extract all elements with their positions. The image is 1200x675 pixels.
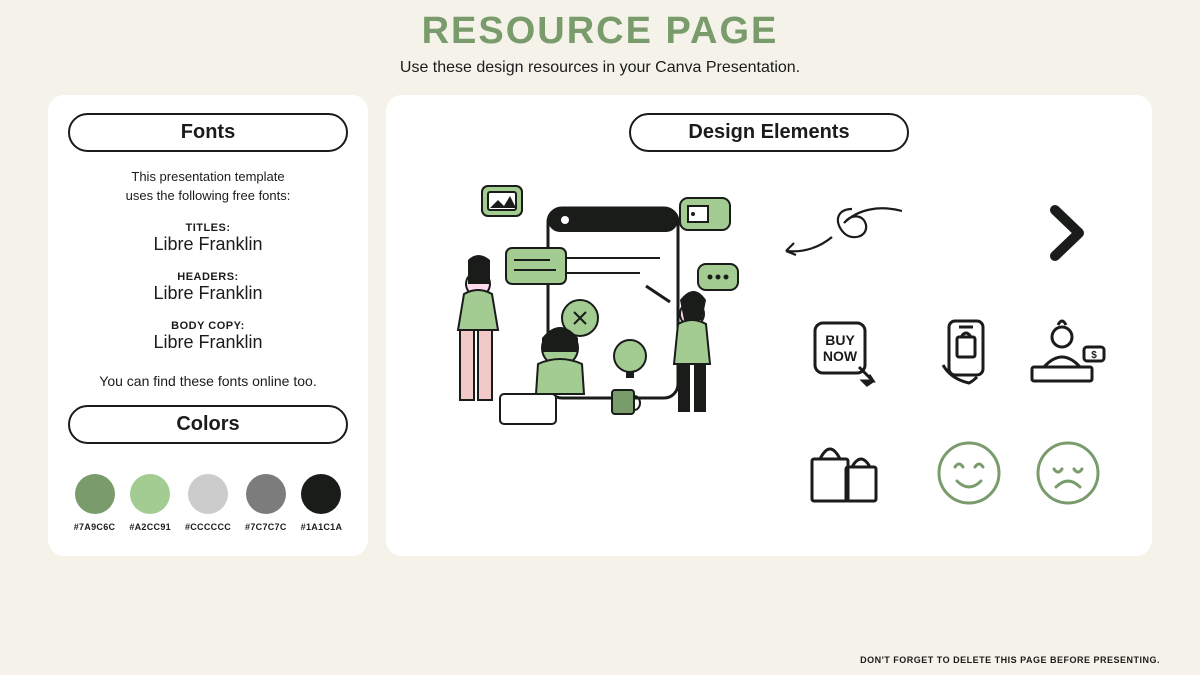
swatch-4: #7C7C7C bbox=[245, 474, 287, 532]
svg-text:NOW: NOW bbox=[823, 348, 858, 364]
page-title: RESOURCE PAGE bbox=[0, 10, 1200, 53]
fonts-panel: Fonts This presentation template uses th… bbox=[48, 95, 368, 556]
swatch-2: #A2CC91 bbox=[129, 474, 171, 532]
svg-text:BUY: BUY bbox=[825, 332, 855, 348]
design-elements-panel: Design Elements bbox=[386, 95, 1152, 556]
body-font: Libre Franklin bbox=[66, 332, 350, 353]
happy-face-icon bbox=[930, 418, 1008, 528]
headers-label: HEADERS: bbox=[66, 271, 350, 283]
swatch-dot-3 bbox=[188, 474, 228, 514]
shopping-bags-icon bbox=[780, 418, 910, 528]
design-elements-heading: Design Elements bbox=[629, 113, 909, 152]
swatch-dot-2 bbox=[130, 474, 170, 514]
titles-label: TITLES: bbox=[66, 222, 350, 234]
headers-font: Libre Franklin bbox=[66, 283, 350, 304]
fonts-note: You can find these fonts online too. bbox=[66, 373, 350, 389]
buy-now-icon: BUY NOW bbox=[780, 298, 910, 408]
titles-font: Libre Franklin bbox=[66, 234, 350, 255]
svg-text:$: $ bbox=[1091, 350, 1097, 361]
team-design-illustration bbox=[430, 168, 760, 448]
sad-face-icon bbox=[1028, 418, 1108, 528]
page-subtitle: Use these design resources in your Canva… bbox=[0, 59, 1200, 77]
fonts-intro: This presentation template uses the foll… bbox=[66, 168, 350, 206]
swatch-dot-4 bbox=[246, 474, 286, 514]
swatch-5: #1A1C1A bbox=[301, 474, 343, 532]
body-label: BODY COPY: bbox=[66, 320, 350, 332]
swirl-arrow-icon bbox=[780, 178, 910, 288]
mobile-shopping-icon bbox=[930, 298, 1008, 408]
fonts-heading: Fonts bbox=[68, 113, 348, 152]
swatch-1: #7A9C6C bbox=[74, 474, 116, 532]
color-swatches: #7A9C6C #A2CC91 #CCCCCC #7C7C7C #1A1C1A bbox=[66, 474, 350, 532]
chevron-right-icon bbox=[1028, 178, 1108, 288]
colors-heading: Colors bbox=[68, 405, 348, 444]
swatch-3: #CCCCCC bbox=[185, 474, 231, 532]
cashier-icon: $ bbox=[1028, 298, 1108, 408]
swatch-dot-5 bbox=[301, 474, 341, 514]
swatch-dot-1 bbox=[75, 474, 115, 514]
footer-note: DON'T FORGET TO DELETE THIS PAGE BEFORE … bbox=[860, 655, 1160, 665]
